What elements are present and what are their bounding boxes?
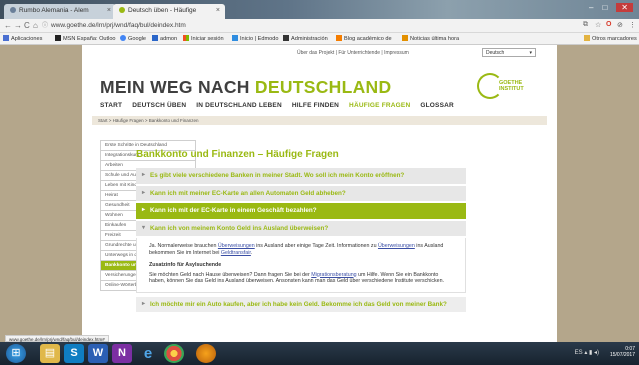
top-links[interactable]: Über das Projekt | Für Unterrichtende | …	[297, 50, 409, 56]
bookmarks-bar: Aplicaciones MSN España: Outloo Google a…	[0, 33, 639, 45]
faq-answer: Ja. Normalerweise brauchen Überweisungen…	[136, 238, 466, 293]
clock[interactable]: 0:07 15/07/2017	[610, 346, 635, 358]
link-migrationsberatung[interactable]: Migrationsberatung	[311, 272, 356, 278]
back-arrow-icon[interactable]: ←	[4, 21, 12, 30]
tab-label: Deutsch üben - Häufige	[128, 7, 197, 14]
main-navigation: START DEUTSCH ÜBEN IN DEUTSCHLAND LEBEN …	[100, 102, 464, 109]
tab-label: Rumbo Alemania - Alem	[19, 7, 89, 14]
onenote-icon[interactable]: N	[112, 344, 132, 363]
windows-taskbar: ⊞ ▤ S W N e ES ▴ ▮ ◂) 0:07 15/07/2017	[0, 342, 639, 365]
page-viewport: Über das Projekt | Für Unterrichtende | …	[0, 45, 639, 342]
chevron-down-icon: ▾	[142, 224, 146, 231]
chevron-up-icon[interactable]: ▴	[584, 350, 587, 356]
google-icon	[120, 35, 126, 41]
nav-in-deutschland-leben[interactable]: IN DEUTSCHLAND LEBEN	[196, 102, 282, 109]
volume-icon[interactable]: ◂)	[594, 350, 599, 356]
microsoft-icon	[183, 35, 189, 41]
link-ueberweisungen[interactable]: Überweisungen	[218, 243, 255, 249]
faq-question-hovered[interactable]: ▸ Kann ich mit der EC-Karte in einem Ges…	[136, 203, 466, 221]
network-icon[interactable]: ▮	[589, 350, 592, 356]
close-icon[interactable]: ×	[216, 7, 220, 14]
window-controls: – □ ✕	[589, 3, 633, 12]
site-title: MEIN WEG NACH DEUTSCHLAND	[100, 77, 392, 97]
answer-subheading: Zusatzinfo für Asylsuchende	[149, 262, 222, 268]
bookmark-google[interactable]: Google	[120, 35, 146, 43]
skype-icon[interactable]: S	[64, 344, 84, 363]
chevron-down-icon: ▾	[529, 50, 532, 56]
edmodo-icon	[232, 35, 238, 41]
chevron-right-icon: ▸	[142, 300, 146, 307]
bookmark-administracion[interactable]: Administración	[283, 35, 328, 43]
nav-deutsch-ueben[interactable]: DEUTSCH ÜBEN	[132, 102, 186, 109]
nav-haeufige-fragen[interactable]: HÄUFIGE FRAGEN	[349, 102, 410, 109]
address-bar-row: ← → C ⌂ ⓘ www.goethe.de/lrn/prj/wnd/faq/…	[0, 19, 639, 33]
maximize-icon[interactable]: □	[602, 3, 607, 12]
window-close-icon[interactable]: ✕	[616, 3, 633, 12]
faq-question-expanded[interactable]: ▾ Kann ich von meinem Konto Geld ins Aus…	[136, 220, 466, 238]
file-explorer-icon[interactable]: ▤	[40, 344, 60, 363]
home-icon[interactable]: ⌂	[33, 21, 38, 30]
nav-glossar[interactable]: GLOSSAR	[420, 102, 454, 109]
msn-icon	[55, 35, 61, 41]
word-icon[interactable]: W	[88, 344, 108, 363]
language-indicator[interactable]: ES	[575, 350, 583, 356]
link-geldtransfair[interactable]: Geldtransfair	[221, 250, 251, 256]
news-icon	[402, 35, 408, 41]
browser-tab-deutsch-ueben[interactable]: Deutsch üben - Häufige ×	[113, 4, 225, 19]
browser-tab-bar: Rumbo Alemania - Alem × Deutsch üben - H…	[0, 0, 639, 19]
reload-icon[interactable]: C	[24, 21, 30, 30]
faq-question[interactable]: ▸ Kann ich mit meiner EC-Karte an allen …	[136, 185, 466, 203]
folder-icon	[584, 35, 590, 41]
bookmark-noticias[interactable]: Noticias última hora	[402, 35, 459, 43]
admin-icon	[283, 35, 289, 41]
faq-question[interactable]: ▸ Es gibt viele verschiedene Banken in m…	[136, 168, 466, 186]
nav-hilfe-finden[interactable]: HILFE FINDEN	[292, 102, 339, 109]
bookmark-iniciar-sesion[interactable]: Iniciar sesión	[183, 35, 224, 43]
opera-extension-icon[interactable]: O	[606, 21, 611, 28]
forward-arrow-icon[interactable]: →	[14, 21, 22, 30]
blogger-icon	[336, 35, 342, 41]
chevron-right-icon: ▸	[142, 207, 146, 213]
bookmark-otros-marcadores[interactable]: Otros marcadores	[584, 35, 637, 43]
firefox-icon[interactable]	[196, 344, 216, 363]
star-icon[interactable]: ☆	[595, 21, 601, 29]
bookmark-msn[interactable]: MSN España: Outloo	[55, 35, 116, 43]
url-field[interactable]: ⓘ www.goethe.de/lrn/prj/wnd/faq/bul/dein…	[42, 21, 582, 31]
apps-grid-icon	[3, 35, 9, 41]
chevron-right-icon: ▸	[142, 189, 146, 196]
page-title: Bankkonto und Finanzen – Häufige Fragen	[136, 149, 339, 160]
url-text: www.goethe.de/lrn/prj/wnd/faq/bul/deinde…	[51, 22, 186, 29]
nav-start[interactable]: START	[100, 102, 122, 109]
breadcrumb[interactable]: Start > Häufige Fragen > Bankkonto und F…	[92, 116, 547, 125]
language-select[interactable]: Deutsch ▾	[482, 48, 536, 57]
minimize-icon[interactable]: –	[589, 3, 593, 12]
status-bar-url: www.goethe.de/lrn/prj/wnd/faq/bul/deinde…	[5, 335, 109, 342]
bookmark-admon[interactable]: admon	[152, 35, 177, 43]
translate-icon[interactable]: ⧉	[583, 21, 588, 29]
info-icon: ⓘ	[42, 23, 49, 29]
close-icon[interactable]: ×	[107, 7, 111, 14]
goethe-favicon-icon	[119, 7, 125, 13]
chrome-icon[interactable]	[164, 344, 184, 363]
menu-icon[interactable]: ⋮	[629, 21, 636, 29]
faq-question[interactable]: ▸ Ich möchte mir ein Auto kaufen, aber i…	[136, 296, 466, 314]
faq-accordion: ▸ Es gibt viele verschiedene Banken in m…	[136, 168, 466, 314]
bookmark-blog[interactable]: Blog académico de	[336, 35, 392, 43]
link-ueberweisungen[interactable]: Überweisungen	[378, 243, 415, 249]
bookmark-aplicaciones[interactable]: Aplicaciones	[3, 35, 42, 43]
bookmark-edmodo[interactable]: Inicio | Edmodo	[232, 35, 278, 43]
start-button-icon[interactable]: ⊞	[6, 344, 26, 363]
chevron-right-icon: ▸	[142, 172, 146, 178]
goethe-logo[interactable]: GOETHE INSTITUT	[477, 70, 537, 104]
admon-icon	[152, 35, 158, 41]
browser-tab-rumbo[interactable]: Rumbo Alemania - Alem ×	[4, 4, 116, 19]
tab-favicon-icon	[10, 7, 16, 13]
extension-icon[interactable]: ⊘	[617, 21, 623, 29]
system-tray: ES ▴ ▮ ◂)	[575, 349, 599, 356]
internet-explorer-icon[interactable]: e	[138, 344, 158, 363]
